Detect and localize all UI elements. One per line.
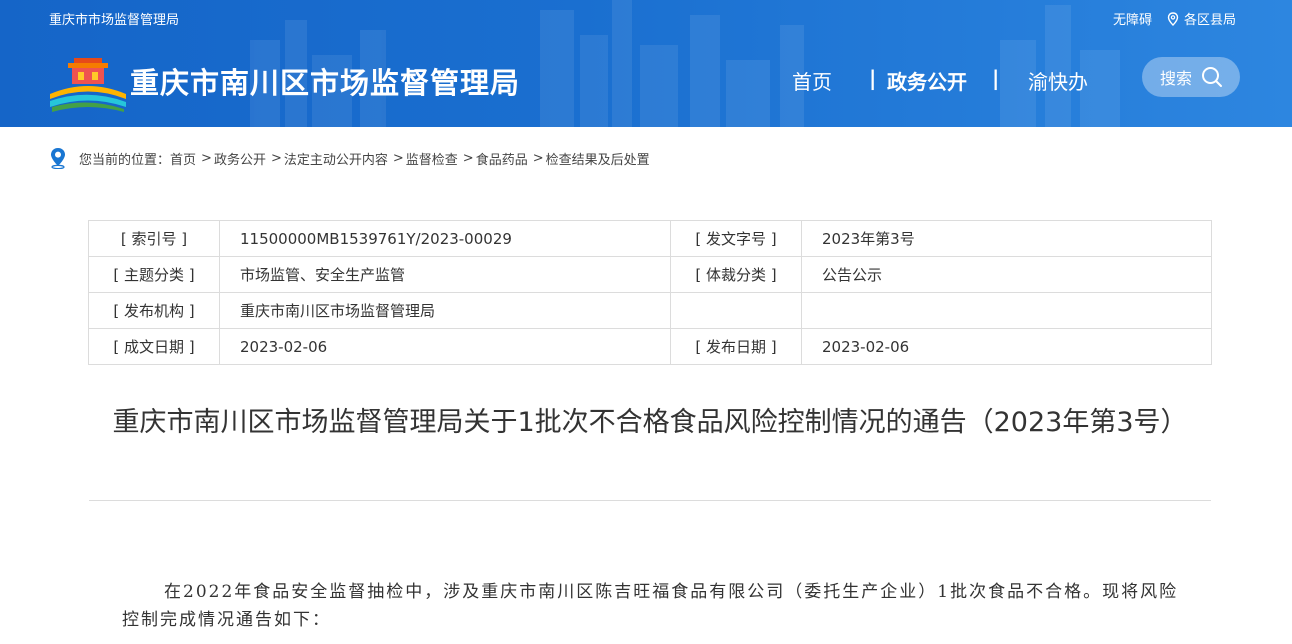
meta-value	[801, 292, 1212, 329]
document-title: 重庆市南川区市场监督管理局关于1批次不合格食品风险控制情况的通告（2023年第3…	[112, 407, 1188, 438]
table-row: [ 成文日期 ] 2023-02-06 [ 发布日期 ] 2023-02-06	[88, 328, 1212, 365]
crumb-separator: >	[270, 150, 282, 166]
search-button[interactable]: 搜索	[1142, 57, 1240, 97]
crumb-food-drug[interactable]: 食品药品	[476, 149, 528, 168]
nav-separator: |	[869, 66, 877, 90]
nav-separator: |	[992, 66, 1000, 90]
meta-value: 公告公示	[801, 256, 1212, 293]
nav-home[interactable]: 首页	[792, 66, 832, 95]
location-pin-icon	[51, 148, 65, 169]
document-paragraph: 在2022年食品安全监督抽检中，涉及重庆市南川区陈吉旺福食品有限公司（委托生产企…	[122, 582, 1179, 630]
meta-value: 市场监管、安全生产监管	[219, 256, 671, 293]
meta-value: 2023年第3号	[801, 220, 1212, 257]
table-row: [ 发布机构 ] 重庆市南川区市场监督管理局	[88, 292, 1212, 329]
crumb-statutory[interactable]: 法定主动公开内容	[284, 149, 388, 168]
meta-key: [ 体裁分类 ]	[670, 256, 802, 293]
meta-key: [ 索引号 ]	[88, 220, 220, 257]
crumb-gov-affairs[interactable]: 政务公开	[214, 149, 266, 168]
crumb-home[interactable]: 首页	[170, 149, 196, 168]
site-title[interactable]: 重庆市南川区市场监督管理局	[130, 60, 520, 102]
table-row: [ 索引号 ] 11500000MB1539761Y/2023-00029 [ …	[88, 220, 1212, 257]
breadcrumb-prefix: 您当前的位置：	[79, 152, 171, 168]
title-divider	[89, 500, 1211, 501]
meta-value: 2023-02-06	[801, 328, 1212, 365]
parent-org-link[interactable]: 重庆市市场监督管理局	[49, 9, 179, 28]
accessibility-link[interactable]: 无障碍	[1113, 9, 1152, 28]
crumb-inspection[interactable]: 监督检查	[406, 149, 458, 168]
meta-key: [ 发文字号 ]	[670, 220, 802, 257]
meta-value: 重庆市南川区市场监督管理局	[219, 292, 671, 329]
nav-gov-affairs[interactable]: 政务公开	[887, 66, 967, 95]
districts-link[interactable]: 各区县局	[1184, 9, 1236, 28]
meta-value: 2023-02-06	[219, 328, 671, 365]
meta-key: [ 发布日期 ]	[670, 328, 802, 365]
document-meta-table: [ 索引号 ] 11500000MB1539761Y/2023-00029 [ …	[88, 220, 1212, 365]
meta-key	[670, 292, 802, 329]
tiananmen-logo-icon[interactable]	[48, 52, 128, 112]
meta-key: [ 主题分类 ]	[88, 256, 220, 293]
search-icon	[1202, 67, 1223, 87]
nav-yukuaiban[interactable]: 渝快办	[1028, 66, 1088, 95]
meta-key: [ 成文日期 ]	[88, 328, 220, 365]
table-row: [ 主题分类 ] 市场监管、安全生产监管 [ 体裁分类 ] 公告公示	[88, 256, 1212, 293]
crumb-separator: >	[201, 150, 212, 166]
meta-value: 11500000MB1539761Y/2023-00029	[219, 220, 671, 257]
top-links: 无障碍 各区县局	[1113, 9, 1236, 28]
site-header: 重庆市市场监督管理局 无障碍 各区县局 重庆市南川区市场监督管理局 首页 | 政…	[0, 0, 1292, 127]
breadcrumb: 您当前的位置： 首页 > 政务公开 > 法定主动公开内容 > 监督检查 > 食品…	[49, 147, 650, 169]
map-pin-icon	[1167, 11, 1179, 26]
crumb-separator: >	[462, 150, 474, 166]
crumb-separator: >	[392, 150, 404, 166]
meta-key: [ 发布机构 ]	[88, 292, 220, 329]
crumb-results[interactable]: 检查结果及后处置	[546, 149, 650, 168]
crumb-separator: >	[532, 150, 544, 166]
search-label: 搜索	[1160, 69, 1193, 88]
